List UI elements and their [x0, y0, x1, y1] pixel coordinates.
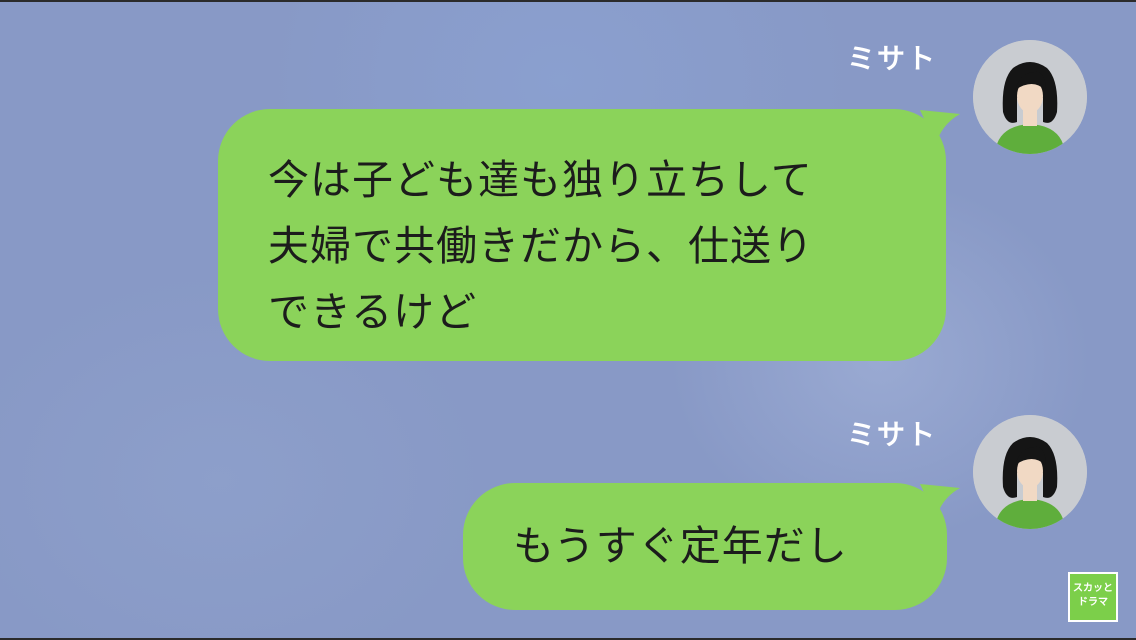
woman-avatar-icon[interactable] — [973, 40, 1087, 154]
woman-avatar-icon[interactable] — [973, 415, 1087, 529]
message-line: 今は子ども達も独り立ちして — [268, 156, 813, 204]
channel-logo-line: スカッと — [1073, 583, 1113, 594]
message-bubble[interactable]: もうすぐ定年だし — [463, 483, 947, 610]
message-line: できるけど — [268, 288, 478, 336]
bubble-tail — [920, 110, 960, 144]
bubble-tail — [920, 484, 960, 518]
channel-logo-line: ドラマ — [1078, 597, 1108, 608]
sender-name: ミサト — [847, 42, 938, 75]
message-bubble[interactable]: 今は子ども達も独り立ちして 夫婦で共働きだから、仕送り できるけど — [218, 109, 946, 361]
top-border — [0, 0, 1136, 2]
sender-name: ミサト — [847, 418, 938, 451]
message-line: 夫婦で共働きだから、仕送り — [268, 222, 814, 270]
message-line: もうすぐ定年だし — [513, 522, 848, 570]
avatar-illustration — [973, 40, 1087, 154]
channel-logo-badge: スカッと ドラマ — [1068, 572, 1118, 622]
avatar-illustration — [973, 415, 1087, 529]
